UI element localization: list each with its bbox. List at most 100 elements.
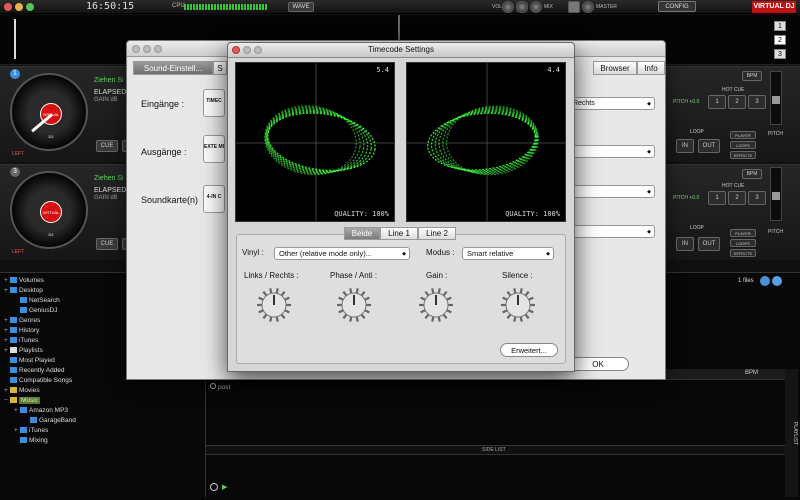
- hot-cue-1[interactable]: 1: [708, 95, 726, 109]
- tree-item[interactable]: − Music: [4, 396, 40, 406]
- tab-line-2[interactable]: Line 2: [418, 227, 456, 240]
- tree-item[interactable]: + Movies: [4, 386, 40, 396]
- tree-item[interactable]: NetSearch: [14, 296, 60, 306]
- bpm-button[interactable]: BPM: [742, 169, 762, 179]
- wave-button[interactable]: WAVE: [288, 2, 314, 12]
- tree-item[interactable]: + iTunes: [4, 336, 38, 346]
- ok-button[interactable]: OK: [567, 357, 629, 371]
- tree-item[interactable]: + Genres: [4, 316, 40, 326]
- hot-cue-3[interactable]: 3: [748, 191, 766, 205]
- master-knob[interactable]: [582, 1, 594, 13]
- knob-tick: [424, 313, 430, 319]
- zoom-window-icon[interactable]: [154, 45, 162, 53]
- tab-sound-settings[interactable]: Sound-Einstell...: [133, 61, 213, 75]
- timecode-titlebar[interactable]: Timecode Settings: [228, 43, 574, 58]
- knob-tick: [442, 291, 448, 297]
- tree-item[interactable]: + Amazon MP3: [14, 406, 68, 416]
- outputs-option[interactable]: EXTE MI: [203, 135, 225, 163]
- deck-title: Ziehen Si: [94, 175, 124, 182]
- side-list-bar[interactable]: SIDE LIST: [206, 445, 786, 455]
- vinyl-select[interactable]: Other (relative mode only)...: [274, 247, 410, 260]
- tree-item[interactable]: Most Played: [4, 356, 55, 366]
- tab-second[interactable]: S: [213, 61, 227, 75]
- search-database-icon[interactable]: [760, 276, 770, 286]
- file-row[interactable]: post: [210, 383, 230, 391]
- master-label: MASTER: [596, 4, 617, 10]
- soundcard-option[interactable]: 4-IN C: [203, 185, 225, 213]
- minimize-window-icon[interactable]: [15, 3, 23, 11]
- loop-in-button[interactable]: IN: [676, 139, 694, 153]
- player-tab[interactable]: PLAYER: [730, 229, 756, 237]
- inputs-option[interactable]: TIMEC: [203, 89, 225, 117]
- play-arrow-icon[interactable]: ▶: [222, 483, 227, 491]
- search-icon[interactable]: [210, 483, 218, 491]
- loop-in-button[interactable]: IN: [676, 237, 694, 251]
- tree-item[interactable]: + Volumes: [4, 276, 44, 286]
- loop-label: LOOP: [690, 129, 704, 135]
- knob-tick: [284, 309, 290, 314]
- deck-select-3[interactable]: 3: [774, 49, 786, 59]
- hot-cue-2[interactable]: 2: [728, 191, 746, 205]
- playlist-side-tab[interactable]: PLAYLIST: [785, 369, 798, 497]
- config-button[interactable]: CONFIG: [658, 1, 696, 12]
- netsearch-icon[interactable]: [772, 276, 782, 286]
- pitch-slider[interactable]: [770, 167, 782, 221]
- hot-cue-1[interactable]: 1: [708, 191, 726, 205]
- tab-beide[interactable]: Beide: [344, 227, 380, 240]
- tree-item[interactable]: Compatible Songs: [4, 376, 72, 386]
- links-rechts-knob[interactable]: [256, 287, 292, 323]
- loop-out-button[interactable]: OUT: [698, 139, 720, 153]
- loop-out-button[interactable]: OUT: [698, 237, 720, 251]
- tree-item[interactable]: + History: [4, 326, 39, 336]
- silence-knob[interactable]: [500, 287, 536, 323]
- links-rechts-label: Links / Rechts :: [244, 271, 299, 280]
- headphones-icon[interactable]: [516, 1, 528, 13]
- cue-button[interactable]: CUE: [96, 140, 118, 152]
- tree-item[interactable]: + iTunes: [14, 426, 48, 436]
- effects-tab[interactable]: EFFECTS: [730, 151, 756, 159]
- bpm-column[interactable]: BPM: [745, 370, 758, 376]
- tree-item[interactable]: Recently Added: [4, 366, 65, 376]
- pitch-slider[interactable]: [770, 71, 782, 125]
- folder-icon: [20, 307, 27, 313]
- bpm-button[interactable]: BPM: [742, 71, 762, 81]
- deck-select-1[interactable]: 1: [774, 21, 786, 31]
- loops-tab[interactable]: LOOPS: [730, 239, 756, 247]
- knob-tick: [528, 309, 534, 314]
- pitch-slider-thumb[interactable]: [772, 96, 780, 104]
- tree-item[interactable]: + Playlists: [4, 346, 43, 356]
- modus-label: Modus :: [426, 248, 455, 257]
- effects-tab[interactable]: EFFECTS: [730, 249, 756, 257]
- advanced-button[interactable]: Erweitert...: [500, 343, 558, 357]
- minimize-window-icon[interactable]: [143, 45, 151, 53]
- loops-tab[interactable]: LOOPS: [730, 141, 756, 149]
- folder-icon: [10, 367, 17, 373]
- hot-cue-2[interactable]: 2: [728, 95, 746, 109]
- hot-cue-3[interactable]: 3: [748, 95, 766, 109]
- turntable-platter[interactable]: VIRTUAL DJ: [10, 73, 88, 151]
- player-tab[interactable]: PLAYER: [730, 131, 756, 139]
- modus-select[interactable]: Smart relative: [462, 247, 554, 260]
- tree-item[interactable]: + Desktop: [4, 286, 43, 296]
- scope-right: 4.4 QUALITY: 100%: [406, 62, 566, 222]
- tree-item-label: iTunes: [19, 337, 39, 344]
- tree-item[interactable]: GeniusDJ: [14, 306, 58, 316]
- file-list[interactable]: post SIDE LIST ▶: [205, 381, 786, 497]
- turntable-platter[interactable]: VIRTUAL DJ: [10, 171, 88, 249]
- close-window-icon[interactable]: [132, 45, 140, 53]
- pitch-slider-thumb[interactable]: [772, 192, 780, 200]
- tree-item[interactable]: GarageBand: [24, 416, 76, 426]
- tab-browser[interactable]: Browser: [593, 61, 637, 75]
- phase-anti-knob[interactable]: [336, 287, 372, 323]
- mix-knob[interactable]: [530, 1, 542, 13]
- tab-info[interactable]: Info: [637, 61, 665, 75]
- knob-tick: [258, 309, 264, 314]
- zoom-window-icon[interactable]: [26, 3, 34, 11]
- deck-select-2[interactable]: 2: [774, 35, 786, 45]
- tree-item[interactable]: Mixing: [14, 436, 48, 446]
- vol-knob[interactable]: [502, 1, 514, 13]
- tab-line-1[interactable]: Line 1: [380, 227, 418, 240]
- cue-button[interactable]: CUE: [96, 238, 118, 250]
- gain-knob[interactable]: [418, 287, 454, 323]
- close-window-icon[interactable]: [4, 3, 12, 11]
